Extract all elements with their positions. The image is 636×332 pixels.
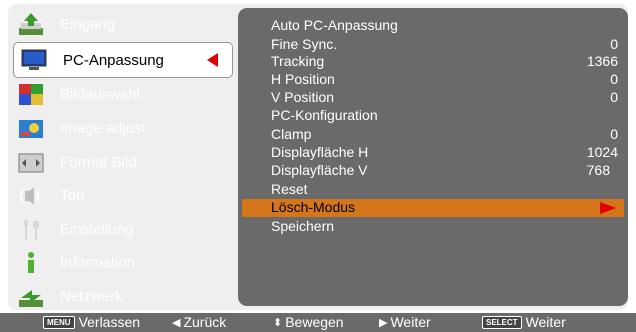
menu-item-einstellung[interactable]: Einstellung <box>11 213 233 246</box>
submenu-item-value: 1024 <box>586 144 618 160</box>
submenu-item-label: Clamp <box>271 126 312 142</box>
image-adjust-icon <box>16 116 46 142</box>
right-arrow-icon: ▶ <box>379 316 388 329</box>
enter-arrow-icon <box>600 202 616 214</box>
setting-icon <box>16 217 46 243</box>
submenu-item-clamp[interactable]: Clamp 0 <box>238 126 628 144</box>
submenu-item-label: Speichern <box>271 218 335 234</box>
pc-adjust-icon <box>19 47 49 73</box>
menu-item-label: Ton <box>60 187 85 204</box>
submenu-item-fine-sync[interactable]: Fine Sync. 0 <box>238 36 628 54</box>
main-menu: Eingang PC-Anpassung Bildauswahl Image a… <box>11 8 233 308</box>
submenu-item-label: Tracking <box>271 53 325 69</box>
menu-item-label: Format Bild <box>60 154 137 171</box>
submenu-item-displayflaeche-h[interactable]: Displayfläche H 1024 <box>238 144 628 162</box>
footer-next: ▶ Weiter <box>379 314 431 330</box>
submenu-item-label: Reset <box>271 181 308 197</box>
submenu-item-label: V Position <box>271 89 335 105</box>
menu-item-label: Netzwerk <box>60 288 123 305</box>
footer-hint-bar: MENU Verlassen ◀ Zurück ⬍ Bewegen ▶ Weit… <box>0 313 636 332</box>
submenu-item-auto-pc-anpassung[interactable]: Auto PC-Anpassung <box>238 17 628 35</box>
menu-item-netzwerk[interactable]: Netzwerk <box>11 280 233 313</box>
submenu-item-value: 0 <box>610 36 618 52</box>
footer-select-label: Weiter <box>525 314 566 330</box>
menu-key-icon: MENU <box>43 315 75 329</box>
submenu-item-label: PC-Konfiguration <box>271 107 378 123</box>
menu-item-label: Bildauswahl <box>60 86 141 103</box>
submenu-item-value: 768 <box>586 162 610 178</box>
submenu-item-speichern[interactable]: Speichern <box>238 218 628 236</box>
footer-back: ◀ Zurück <box>172 314 226 330</box>
submenu-item-value: 1366 <box>586 53 618 69</box>
submenu-item-label: H Position <box>271 71 335 87</box>
menu-item-image-adjust[interactable]: Image adjust <box>11 112 233 145</box>
menu-item-label: PC-Anpassung <box>63 51 164 69</box>
footer-select: SELECT Weiter <box>482 314 566 330</box>
submenu-item-pc-konfiguration[interactable]: PC-Konfiguration <box>238 107 628 125</box>
submenu-item-label: Fine Sync. <box>271 36 338 52</box>
submenu-item-tracking[interactable]: Tracking 1366 <box>238 53 628 71</box>
submenu-item-value: 0 <box>610 126 618 142</box>
submenu-item-value: 0 <box>610 89 618 105</box>
submenu-item-value: 0 <box>610 71 618 87</box>
menu-item-bildauswahl[interactable]: Bildauswahl <box>11 78 233 111</box>
menu-item-ton[interactable]: Ton <box>11 179 233 212</box>
menu-item-label: Eingang <box>60 16 116 33</box>
footer-move: ⬍ Bewegen <box>273 314 344 330</box>
information-icon <box>16 250 46 276</box>
footer-exit-label: Verlassen <box>78 314 141 330</box>
submenu-item-reset[interactable]: Reset <box>238 181 628 199</box>
selected-arrow-icon <box>207 53 218 67</box>
submenu-item-displayflaeche-v[interactable]: Displayfläche V 768 <box>238 162 628 180</box>
submenu-item-label: Displayfläche H <box>271 144 369 160</box>
footer-next-label: Weiter <box>390 314 431 330</box>
menu-item-label: Information <box>60 254 136 271</box>
submenu-item-loesch-modus[interactable]: Lösch-Modus <box>242 199 624 217</box>
menu-item-label: Image adjust <box>60 120 146 137</box>
footer-back-label: Zurück <box>183 314 227 330</box>
submenu-item-h-position[interactable]: H Position 0 <box>238 71 628 89</box>
menu-item-format-bild[interactable]: Format Bild <box>11 146 233 179</box>
submenu-item-v-position[interactable]: V Position 0 <box>238 89 628 107</box>
left-arrow-icon: ◀ <box>172 316 181 329</box>
screen-format-icon <box>16 150 46 176</box>
up-down-arrow-icon: ⬍ <box>273 316 283 329</box>
footer-exit: MENU Verlassen <box>43 314 140 330</box>
submenu-panel: Auto PC-Anpassung Fine Sync. 0 Tracking … <box>238 8 628 306</box>
menu-item-eingang[interactable]: Eingang <box>11 8 233 41</box>
input-icon <box>16 12 46 38</box>
footer-move-label: Bewegen <box>285 314 344 330</box>
image-select-icon <box>16 82 46 108</box>
sound-icon <box>16 183 46 209</box>
menu-item-pc-anpassung[interactable]: PC-Anpassung <box>13 42 233 78</box>
menu-item-information[interactable]: Information <box>11 246 233 279</box>
submenu-item-label: Lösch-Modus <box>271 199 356 215</box>
select-key-icon: SELECT <box>482 315 522 329</box>
network-icon <box>16 284 46 310</box>
menu-item-label: Einstellung <box>60 221 134 238</box>
submenu-item-label: Auto PC-Anpassung <box>271 17 398 33</box>
submenu-item-label: Displayfläche V <box>271 162 368 178</box>
